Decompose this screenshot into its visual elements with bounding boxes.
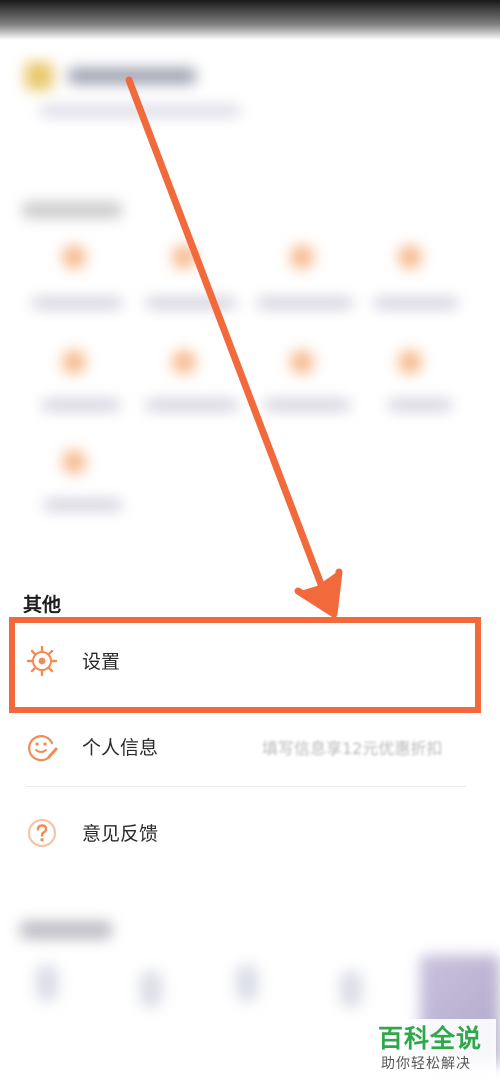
- status-bar: [0, 0, 500, 40]
- username-blurred: [68, 68, 196, 84]
- section-title-other: 其他: [23, 594, 62, 616]
- watermark-main-text: 百科全说: [378, 1024, 483, 1053]
- blurred-title: [20, 921, 112, 939]
- service-label: [146, 400, 238, 410]
- feedback-row[interactable]: 意见反馈: [0, 789, 500, 873]
- feedback-label: 意见反馈: [82, 823, 159, 845]
- highlight-box: [9, 617, 481, 713]
- service-label: [42, 400, 120, 410]
- face-edit-icon: [28, 735, 58, 762]
- service-label: [257, 298, 353, 308]
- service-icon: [172, 245, 196, 269]
- service-icon: [398, 245, 422, 269]
- user-subtitle-blurred: [40, 106, 240, 116]
- avatar: [25, 62, 53, 90]
- service-icon: [62, 350, 86, 374]
- blurred-item: [140, 971, 162, 1007]
- blurred-item: [36, 965, 58, 1001]
- watermark-sub-text: 助你轻松解决: [381, 1056, 471, 1072]
- personal-info-hint: 填写信息享12元优惠折扣: [262, 739, 443, 758]
- divider: [26, 786, 466, 787]
- service-label: [44, 500, 122, 510]
- service-label: [32, 298, 122, 308]
- service-icon: [398, 350, 422, 374]
- service-icon: [62, 245, 86, 269]
- service-label: [374, 298, 458, 308]
- blurred-item: [340, 971, 362, 1007]
- blurred-item: [236, 965, 258, 1001]
- watermark-logo: 百科全说 助你轻松解决: [370, 1019, 496, 1079]
- section-title-blurred: [22, 202, 122, 218]
- question-icon: [27, 818, 57, 848]
- service-icon: [62, 450, 86, 474]
- personal-info-label: 个人信息: [82, 737, 159, 759]
- blurred-content: [0, 40, 500, 560]
- service-label: [146, 298, 236, 308]
- service-icon: [290, 350, 314, 374]
- service-icon: [172, 350, 196, 374]
- service-label: [264, 400, 350, 410]
- service-label: [388, 400, 452, 410]
- personal-info-row[interactable]: 个人信息 填写信息享12元优惠折扣: [0, 703, 500, 787]
- service-icon: [290, 245, 314, 269]
